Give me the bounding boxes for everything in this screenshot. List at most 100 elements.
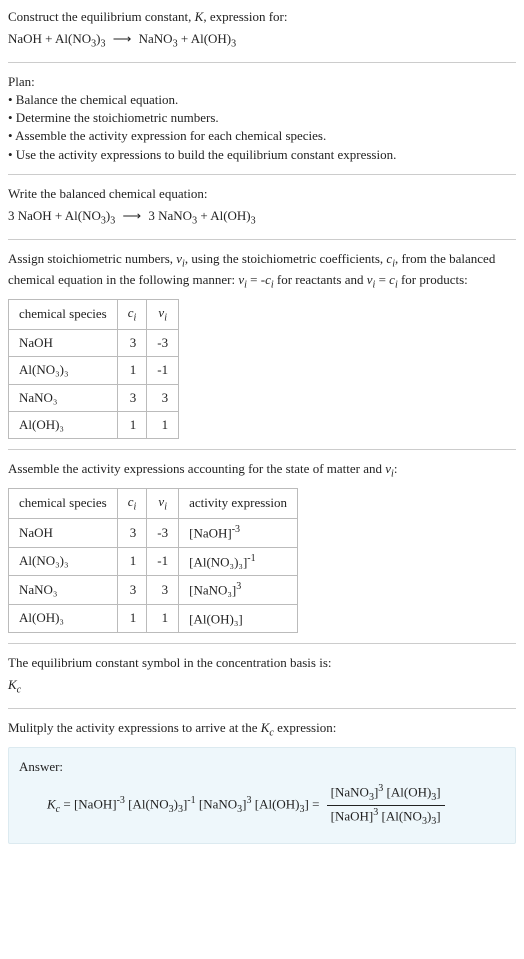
divider bbox=[8, 449, 516, 450]
text: + Al(OH) bbox=[197, 208, 251, 223]
text: = - bbox=[247, 272, 265, 287]
var-K: K bbox=[8, 677, 17, 692]
text: [Al(NO bbox=[125, 796, 169, 811]
divider bbox=[8, 643, 516, 644]
divider bbox=[8, 174, 516, 175]
table-row: NaOH 3 -3 bbox=[9, 330, 179, 357]
cell-c: 3 bbox=[117, 384, 147, 411]
fraction: [NaNO3]3 [Al(OH)3] [NaOH]3 [Al(NO3)3] bbox=[327, 782, 445, 829]
cell-species: NaNO₃ bbox=[9, 576, 118, 605]
arrow-icon: ⟶ bbox=[123, 207, 142, 225]
assemble-text: Assemble the activity expressions accoun… bbox=[8, 460, 516, 482]
col-nui: νi bbox=[147, 488, 179, 519]
cell-c: 3 bbox=[117, 330, 147, 357]
var-K: K bbox=[47, 796, 56, 811]
table-row: Al(OH)₃ 1 1 [Al(OH)₃] bbox=[9, 604, 298, 633]
text: NaOH + Al(NO bbox=[8, 31, 91, 46]
text: [Al(OH) bbox=[251, 796, 299, 811]
sub: 3 bbox=[251, 216, 256, 227]
activity-table: chemical species ci νi activity expressi… bbox=[8, 488, 298, 634]
text: , using the stoichiometric coefficients, bbox=[185, 251, 387, 266]
plan-bullet: • Balance the chemical equation. bbox=[8, 91, 516, 109]
text: , expression for: bbox=[203, 9, 287, 24]
cell-activity: [Al(NO₃)₃]-1 bbox=[179, 547, 298, 576]
col-activity: activity expression bbox=[179, 488, 298, 519]
cell-species: NaOH bbox=[9, 330, 118, 357]
cell-activity: [Al(OH)₃] bbox=[179, 604, 298, 633]
text: [NaNO bbox=[196, 796, 238, 811]
sub: 3 bbox=[101, 39, 106, 50]
text: 3 NaOH + Al(NO bbox=[8, 208, 101, 223]
answer-title: Answer: bbox=[19, 758, 505, 776]
text: Mulitply the activity expressions to arr… bbox=[8, 720, 261, 735]
table-header-row: chemical species ci νi bbox=[9, 299, 179, 330]
sub-c: c bbox=[17, 685, 21, 696]
arrow-icon: ⟶ bbox=[113, 30, 132, 48]
answer-box: Answer: Kc = [NaOH]-3 [Al(NO3)3]-1 [NaNO… bbox=[8, 747, 516, 844]
exp: -1 bbox=[187, 795, 195, 806]
cell-species: Al(OH)₃ bbox=[9, 604, 118, 633]
cell-v: 1 bbox=[147, 411, 179, 438]
sub: 3 bbox=[110, 216, 115, 227]
fraction-numerator: [NaNO3]3 [Al(OH)3] bbox=[327, 782, 445, 806]
balanced-title: Write the balanced chemical equation: bbox=[8, 185, 516, 203]
table-row: Al(OH)₃ 1 1 bbox=[9, 411, 179, 438]
text: for products: bbox=[398, 272, 468, 287]
cell-species: NaOH bbox=[9, 519, 118, 548]
text: : bbox=[394, 461, 398, 476]
divider bbox=[8, 239, 516, 240]
cell-species: NaNO₃ bbox=[9, 384, 118, 411]
text: = bbox=[375, 272, 389, 287]
text: ] = bbox=[305, 796, 323, 811]
sub: 3 bbox=[231, 39, 236, 50]
answer-equation: Kc = [NaOH]-3 [Al(NO3)3]-1 [NaNO3]3 [Al(… bbox=[19, 782, 505, 829]
col-species: chemical species bbox=[9, 488, 118, 519]
table-row: NaNO₃ 3 3 [NaNO₃]3 bbox=[9, 576, 298, 605]
cell-v: 3 bbox=[147, 384, 179, 411]
cell-c: 3 bbox=[117, 519, 147, 548]
text: Assign stoichiometric numbers, bbox=[8, 251, 176, 266]
text: Assemble the activity expressions accoun… bbox=[8, 461, 385, 476]
divider bbox=[8, 62, 516, 63]
text: Construct the equilibrium constant, bbox=[8, 9, 195, 24]
plan-bullet: • Use the activity expressions to build … bbox=[8, 146, 516, 164]
table-row: Al(NO₃)₃ 1 -1 [Al(NO₃)₃]-1 bbox=[9, 547, 298, 576]
col-species: chemical species bbox=[9, 299, 118, 330]
text: expression: bbox=[274, 720, 336, 735]
cell-v: -1 bbox=[147, 357, 179, 384]
cell-c: 1 bbox=[117, 411, 147, 438]
cell-v: -1 bbox=[147, 547, 179, 576]
fraction-denominator: [NaOH]3 [Al(NO3)3] bbox=[327, 806, 445, 829]
text: 3 NaNO bbox=[148, 208, 192, 223]
multiply-text: Mulitply the activity expressions to arr… bbox=[8, 719, 516, 741]
ksymbol: Kc bbox=[8, 676, 516, 698]
divider bbox=[8, 708, 516, 709]
cell-species: Al(NO₃)₃ bbox=[9, 357, 118, 384]
cell-c: 1 bbox=[117, 357, 147, 384]
plan-section: Plan: • Balance the chemical equation. •… bbox=[8, 73, 516, 164]
table-row: Al(NO₃)₃ 1 -1 bbox=[9, 357, 179, 384]
ksymbol-text: The equilibrium constant symbol in the c… bbox=[8, 654, 516, 672]
cell-species: Al(OH)₃ bbox=[9, 411, 118, 438]
exp: -3 bbox=[117, 795, 125, 806]
cell-v: -3 bbox=[147, 519, 179, 548]
assign-text: Assign stoichiometric numbers, νi, using… bbox=[8, 250, 516, 293]
cell-activity: [NaNO₃]3 bbox=[179, 576, 298, 605]
stoich-table: chemical species ci νi NaOH 3 -3 Al(NO₃)… bbox=[8, 299, 179, 439]
table-row: NaNO₃ 3 3 bbox=[9, 384, 179, 411]
problem-statement: Construct the equilibrium constant, K, e… bbox=[8, 8, 516, 26]
cell-c: 1 bbox=[117, 547, 147, 576]
text: NaNO bbox=[139, 31, 173, 46]
col-ci: ci bbox=[117, 299, 147, 330]
cell-activity: [NaOH]-3 bbox=[179, 519, 298, 548]
plan-bullet: • Assemble the activity expression for e… bbox=[8, 127, 516, 145]
text: + Al(OH) bbox=[178, 31, 232, 46]
text: = [NaOH] bbox=[60, 796, 116, 811]
col-ci: ci bbox=[117, 488, 147, 519]
plan-title: Plan: bbox=[8, 73, 516, 91]
cell-v: 3 bbox=[147, 576, 179, 605]
table-row: NaOH 3 -3 [NaOH]-3 bbox=[9, 519, 298, 548]
cell-v: 1 bbox=[147, 604, 179, 633]
cell-c: 1 bbox=[117, 604, 147, 633]
col-nui: νi bbox=[147, 299, 179, 330]
